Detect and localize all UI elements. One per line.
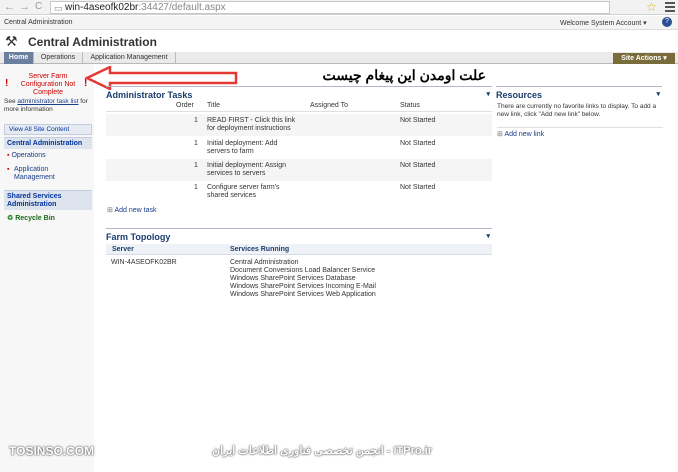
task-title-link[interactable]: READ FIRST - Click this link for deploym… — [207, 117, 302, 133]
page-title: Central Administration — [28, 35, 157, 49]
resources-header: Resources ▾ — [496, 86, 662, 100]
add-icon: ⊞ — [107, 207, 113, 214]
nav-header-central-administration[interactable]: Central Administration — [4, 137, 92, 149]
bookmark-star-icon[interactable]: ☆ — [646, 0, 657, 14]
services-list: Central Administration Document Conversi… — [230, 259, 376, 299]
recycle-bin-icon: ♻ — [7, 215, 14, 222]
service-item: Windows SharePoint Services Database — [230, 275, 356, 282]
task-status: Not Started — [400, 162, 436, 169]
add-new-task-label: Add new task — [114, 207, 157, 214]
webpart-menu-icon[interactable]: ▾ — [486, 90, 490, 98]
table-row: 1 Initial deployment: Add servers to far… — [106, 137, 492, 159]
server-link[interactable]: WIN-4ASEOFK02BR — [111, 259, 177, 266]
watermark-right: ITPro.ir - انجمن تخصصی فناوری اطلاعات ای… — [212, 445, 433, 457]
add-icon: ⊞ — [497, 131, 503, 138]
task-order: 1 — [194, 162, 198, 169]
table-row: 1 Configure server farm's shared service… — [106, 181, 492, 203]
site-actions-menu[interactable]: Site Actions ▾ — [613, 53, 675, 64]
annotation-text: علت اومدن این پیغام چیست — [322, 67, 486, 83]
table-row: 1 READ FIRST - Click this link for deplo… — [106, 114, 492, 136]
back-icon[interactable]: ← — [4, 1, 15, 13]
column-server: Server — [112, 246, 134, 253]
bullet-icon: ▪ — [7, 166, 10, 173]
farm-topology-header: Farm Topology ▾ — [106, 228, 492, 242]
tab-operations[interactable]: Operations — [34, 52, 83, 64]
service-item: Windows SharePoint Services Incoming E-M… — [230, 283, 376, 290]
add-new-link-label: Add new link — [504, 131, 545, 138]
address-bar[interactable]: ▭ win-4aseofk02br:34427/default.aspx — [50, 1, 610, 14]
url-path: :34427/default.aspx — [138, 2, 226, 13]
column-assigned-to[interactable]: Assigned To — [310, 102, 348, 109]
view-all-site-content-link[interactable]: View All Site Content — [4, 124, 92, 135]
farm-config-warning: Server Farm Configuration Not Complete — [20, 73, 76, 96]
task-order: 1 — [194, 140, 198, 147]
column-status[interactable]: Status — [400, 102, 420, 109]
url-host: win-4aseofk02br — [65, 2, 139, 13]
add-new-task-link[interactable]: ⊞ Add new task — [107, 206, 156, 214]
add-new-link[interactable]: ⊞ Add new link — [497, 127, 663, 138]
welcome-menu[interactable]: Welcome System Account ▾ — [560, 19, 647, 27]
warning-icon-left: ! — [5, 78, 9, 89]
column-services-running: Services Running — [230, 246, 290, 253]
forward-icon[interactable]: → — [19, 1, 30, 13]
task-title-link[interactable]: Configure server farm's shared services — [207, 184, 292, 200]
browser-menu-icon[interactable] — [665, 2, 675, 12]
help-icon[interactable]: ? — [662, 17, 672, 27]
tab-application-management[interactable]: Application Management — [83, 52, 176, 64]
see-label: See — [4, 98, 16, 105]
top-nav-tabs: Home Operations Application Management — [0, 52, 678, 64]
column-order[interactable]: Order — [176, 102, 194, 109]
task-list-hint: See administrator task list for more inf… — [4, 98, 94, 114]
recycle-bin-label: Recycle Bin — [15, 215, 55, 222]
recycle-bin-link[interactable]: ♻ Recycle Bin — [7, 214, 55, 222]
task-order: 1 — [194, 117, 198, 124]
nav-header-shared-services[interactable]: Shared Services Administration — [4, 190, 92, 210]
site-header: ⚒ Central Administration — [0, 30, 678, 52]
task-title-link[interactable]: Initial deployment: Add servers to farm — [207, 140, 297, 156]
webpart-menu-icon[interactable]: ▾ — [486, 232, 490, 240]
task-status: Not Started — [400, 184, 436, 191]
browser-toolbar: ← → C ▭ win-4aseofk02br:34427/default.as… — [0, 0, 678, 15]
service-item: Central Administration — [230, 259, 299, 266]
page-icon: ▭ — [54, 3, 63, 13]
task-status: Not Started — [400, 117, 436, 124]
tools-icon: ⚒ — [5, 33, 18, 49]
farm-topology-title: Farm Topology — [106, 232, 171, 242]
webpart-menu-icon[interactable]: ▾ — [656, 90, 660, 98]
farm-topology-column-headers: Server Services Running — [106, 244, 492, 255]
nav-item-operations[interactable]: ▪ Operations — [7, 152, 46, 159]
nav-item-application-management-label: Application Management — [14, 166, 55, 181]
tab-home[interactable]: Home — [4, 52, 34, 64]
admin-tasks-column-headers: Order Title Assigned To Status — [106, 100, 492, 112]
bullet-icon: ▪ — [7, 152, 10, 159]
admin-tasks-title: Administrator Tasks — [106, 90, 193, 100]
service-item: Windows SharePoint Services Web Applicat… — [230, 291, 376, 298]
resources-title: Resources — [496, 90, 543, 100]
site-breadcrumb[interactable]: Central Administration — [4, 19, 72, 26]
task-order: 1 — [194, 184, 198, 191]
column-title[interactable]: Title — [207, 102, 220, 109]
table-row: 1 Initial deployment: Assign services to… — [106, 159, 492, 181]
reload-icon[interactable]: C — [35, 1, 42, 12]
resources-empty-message: There are currently no favorite links to… — [497, 103, 657, 118]
global-breadcrumb-bar: Central Administration Welcome System Ac… — [0, 16, 678, 30]
nav-item-operations-label: Operations — [11, 152, 46, 159]
watermark-left: TOSINSO.COM — [9, 444, 95, 458]
service-item: Document Conversions Load Balancer Servi… — [230, 267, 376, 274]
admin-tasks-header: Administrator Tasks ▾ — [106, 86, 492, 100]
admin-task-list-link[interactable]: administrator task list — [17, 98, 78, 105]
task-status: Not Started — [400, 140, 436, 147]
task-title-link[interactable]: Initial deployment: Assign services to s… — [207, 162, 297, 178]
